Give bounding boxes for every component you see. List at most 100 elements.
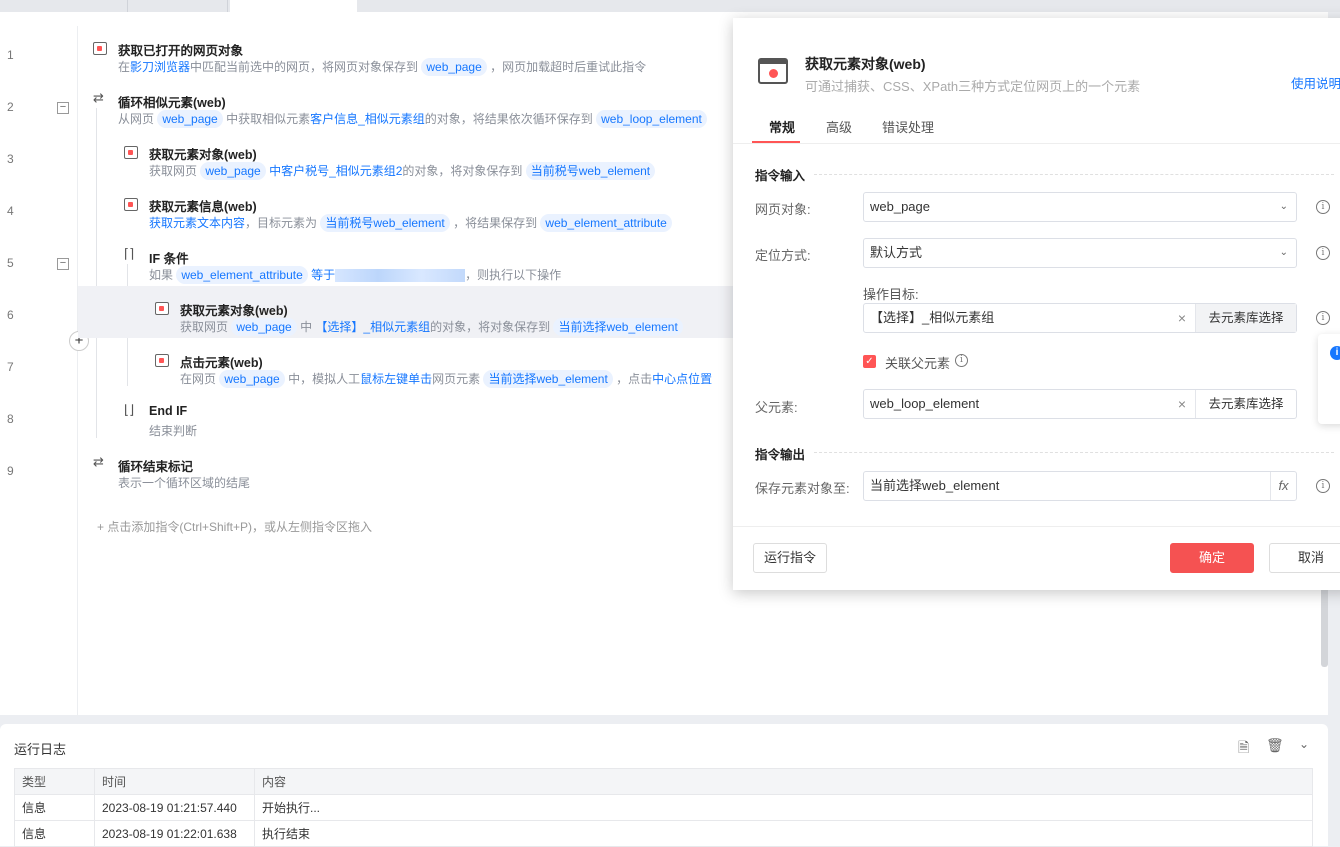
description-text: 中，模拟人工	[284, 372, 361, 386]
target-label: 操作目标:	[863, 287, 919, 302]
step-description: 结束判断	[149, 422, 197, 439]
chevron-down-icon: ⌄	[1279, 247, 1288, 258]
relate-parent-checkbox[interactable]: ✓	[863, 355, 876, 368]
column-header-time: 时间	[94, 768, 255, 795]
param-link[interactable]: 中心点位置	[652, 372, 712, 386]
web-page-icon	[93, 42, 107, 55]
trash-icon[interactable]: 🗑	[1266, 737, 1284, 754]
collapse-toggle[interactable]: −	[57, 102, 69, 114]
log-type: 信息	[14, 794, 95, 821]
web-element-icon	[758, 58, 788, 84]
description-text: 的对象，将对象保存到	[402, 164, 526, 178]
description-text: 从网页	[118, 112, 158, 126]
variable-chip[interactable]: 当前选择web_element	[553, 318, 683, 336]
locate-method-label: 定位方式:	[755, 248, 811, 263]
dialog-title: 获取元素对象(web)	[805, 56, 926, 72]
flow-step[interactable]: 获取元素对象(web) 获取网页 web_page 中 【选择】_相似元素组的对象…	[78, 286, 738, 338]
variable-chip[interactable]: web_element_attribute	[540, 214, 672, 232]
param-link[interactable]: 影刀浏览器	[130, 60, 190, 74]
chevron-down-icon[interactable]: ⌄	[1299, 737, 1309, 751]
help-link[interactable]: 使用说明	[1291, 73, 1340, 92]
log-content: 开始执行...	[254, 794, 1313, 821]
variable-chip[interactable]: web_page	[200, 162, 266, 180]
variable-chip[interactable]: web_page	[421, 58, 487, 76]
info-icon[interactable]: i	[1316, 479, 1330, 493]
flow-step[interactable]: ⇄ 循环相似元素(web) 从网页 web_page 中获取相似元素客户信息_相似元…	[78, 78, 738, 130]
cancel-button[interactable]: 取消	[1269, 543, 1340, 573]
tab-advanced[interactable]: 高级	[826, 117, 852, 136]
flow-step[interactable]: ⌈⌉ IF 条件 如果 web_element_attribute 等于 ，则执行以下…	[78, 234, 738, 286]
log-time: 2023-08-19 01:22:01.638	[94, 820, 255, 847]
table-row[interactable]: 信息 2023-08-19 01:21:57.440 开始执行...	[14, 794, 1313, 821]
variable-chip[interactable]: 当前税号web_element	[320, 214, 450, 232]
parent-element-input[interactable]: web_loop_element × 去元素库选择	[863, 389, 1297, 419]
description-text: 在网页	[180, 372, 220, 386]
line-number: 6	[7, 308, 14, 322]
param-link[interactable]: 【选择】_相似元素组	[315, 320, 430, 334]
clear-icon[interactable]: ×	[1178, 304, 1186, 332]
web-element-icon	[124, 146, 138, 159]
variable-chip[interactable]: 当前税号web_element	[525, 162, 656, 180]
chevron-down-icon: ⌄	[1279, 201, 1288, 212]
flow-step[interactable]: 获取元素对象(web) 获取网页 web_page 中客户税号_相似元素组2的对象…	[78, 130, 738, 182]
tab-error-handling[interactable]: 错误处理	[882, 117, 934, 136]
description-text: 的对象，将结果依次循环保存到	[424, 112, 597, 126]
confirm-button[interactable]: 确定	[1170, 543, 1254, 573]
variable-chip[interactable]: web_element_attribute	[176, 266, 308, 284]
flow-step[interactable]: 获取已打开的网页对象 在影刀浏览器中匹配当前选中的网页，将网页对象保存到 web_…	[78, 26, 738, 78]
param-link[interactable]: 获取元素文本内容	[149, 216, 245, 230]
variable-chip[interactable]: web_page	[157, 110, 223, 128]
info-icon[interactable]: i	[955, 354, 968, 367]
command-dialog: 获取元素对象(web) 可通过捕获、CSS、XPath三种方式定位网页上的一个元…	[733, 18, 1340, 590]
target-input[interactable]: 【选择】_相似元素组 × 去元素库选择	[863, 303, 1297, 333]
divider	[733, 526, 1340, 527]
flow-step[interactable]: ⇄ 循环结束标记 表示一个循环区域的结尾	[78, 442, 738, 494]
table-row[interactable]: 信息 2023-08-19 01:22:01.638 执行结束	[14, 820, 1313, 847]
variable-chip[interactable]: 当前选择web_element	[483, 370, 613, 388]
loop-end-icon: ⇄	[93, 454, 104, 469]
param-link[interactable]: 客户信息_相似元素组	[310, 112, 425, 126]
output-section-title: 指令输出	[755, 448, 806, 462]
description-text: ，将结果保存到	[449, 216, 541, 230]
step-description: 获取元素文本内容，目标元素为 当前税号web_element ，将结果保存到 w…	[149, 214, 672, 232]
tab[interactable]	[128, 0, 228, 12]
param-link[interactable]: 等于	[308, 268, 335, 282]
save-to-input[interactable]: 当前选择web_element fx	[863, 471, 1297, 501]
log-table: 类型 时间 内容 信息 2023-08-19 01:21:57.440 开始执行..…	[14, 768, 1313, 847]
step-title: 循环相似元素(web)	[118, 96, 226, 110]
info-icon: i	[1330, 346, 1340, 360]
element-library-button[interactable]: 去元素库选择	[1195, 304, 1296, 332]
run-command-button[interactable]: 运行指令	[753, 543, 827, 573]
locate-method-select[interactable]: 默认方式 ⌄	[863, 238, 1297, 268]
target-value: 【选择】_相似元素组	[870, 310, 995, 325]
flow-step[interactable]: 点击元素(web) 在网页 web_page 中，模拟人工鼠标左键单击网页元素 当…	[78, 338, 738, 390]
info-icon[interactable]: i	[1316, 311, 1330, 325]
tab[interactable]	[0, 0, 128, 12]
variable-chip[interactable]: web_loop_element	[596, 110, 707, 128]
description-text: ，则执行以下操作	[465, 268, 562, 282]
flow-step[interactable]: ⌊⌋ End IF 结束判断	[78, 390, 738, 442]
collapse-toggle[interactable]: −	[57, 258, 69, 270]
tab-general[interactable]: 常规	[769, 117, 795, 136]
element-library-button[interactable]: 去元素库选择	[1195, 390, 1296, 418]
flow-step[interactable]: 获取元素信息(web) 获取元素文本内容，目标元素为 当前税号web_elemen…	[78, 182, 738, 234]
step-title: 获取元素对象(web)	[180, 304, 288, 318]
web-page-select[interactable]: web_page ⌄	[863, 192, 1297, 222]
description-text: 的对象，将对象保存到	[430, 320, 554, 334]
info-icon[interactable]: i	[1316, 246, 1330, 260]
step-description: 表示一个循环区域的结尾	[118, 474, 250, 491]
fx-button[interactable]: fx	[1270, 472, 1296, 500]
add-command-hint[interactable]: + 点击添加指令(Ctrl+Shift+P)，或从左侧指令区拖入	[97, 518, 372, 535]
clear-icon[interactable]: ×	[1178, 390, 1186, 418]
step-title: 循环结束标记	[118, 460, 194, 474]
param-link[interactable]: 中客户税号_相似元素组2	[266, 164, 402, 178]
variable-chip[interactable]: web_page	[219, 370, 285, 388]
tab-active[interactable]	[230, 0, 357, 12]
line-number: 7	[7, 360, 14, 374]
variable-chip[interactable]: web_page	[231, 318, 297, 336]
line-number: 4	[7, 204, 14, 218]
export-log-icon[interactable]: 🗎	[1238, 737, 1249, 761]
info-tooltip: i	[1318, 334, 1340, 424]
info-icon[interactable]: i	[1316, 200, 1330, 214]
param-link[interactable]: 鼠标左键单击	[360, 372, 432, 386]
